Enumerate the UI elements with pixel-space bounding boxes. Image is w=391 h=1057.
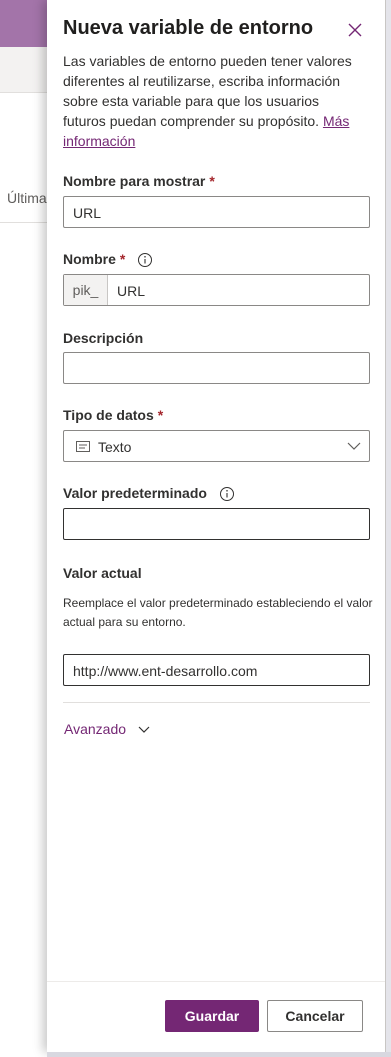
close-icon[interactable]: [343, 18, 367, 42]
panel-title: Nueva variable de entorno: [63, 17, 314, 39]
column-header-last: Última: [7, 190, 47, 206]
data-type-value: Texto: [98, 439, 132, 455]
panel-description: Las variables de entorno pueden tener va…: [63, 51, 363, 151]
section-divider: [63, 702, 370, 703]
description-text: Las variables de entorno pueden tener va…: [63, 53, 352, 129]
display-name-label: Nombre para mostrar *: [63, 173, 215, 189]
name-label-text: Nombre: [63, 251, 116, 267]
display-name-value: URL: [73, 205, 102, 221]
required-marker: *: [157, 407, 164, 423]
current-value-input[interactable]: http://www.ent-desarrollo.com: [63, 654, 370, 686]
save-button[interactable]: Guardar: [165, 1000, 259, 1032]
current-value-value: http://www.ent-desarrollo.com: [73, 663, 258, 679]
name-value: URL: [117, 283, 146, 299]
name-label: Nombre *: [63, 251, 153, 268]
chevron-down-icon: [138, 726, 150, 734]
description-input[interactable]: [63, 352, 370, 384]
current-value-help: Reemplace el valor predeterminado establ…: [63, 596, 373, 629]
advanced-label: Avanzado: [64, 721, 127, 737]
footer-divider: [47, 981, 385, 982]
text-type-icon: [76, 441, 90, 452]
default-value-label: Valor predeterminado: [63, 485, 235, 502]
name-prefix: pik_: [64, 275, 108, 305]
required-marker: *: [119, 251, 126, 267]
window-edge-right: [386, 0, 391, 1057]
current-value-label: Valor actual: [63, 565, 142, 581]
new-environment-variable-panel: Nueva variable de entorno Las variables …: [47, 0, 386, 1052]
default-value-input[interactable]: [63, 508, 370, 540]
chevron-down-icon: [347, 442, 361, 450]
name-input[interactable]: pik_ URL: [63, 274, 370, 306]
data-type-label-text: Tipo de datos: [63, 407, 154, 423]
required-marker: *: [209, 173, 215, 189]
info-icon[interactable]: [137, 252, 153, 268]
data-type-dropdown[interactable]: Texto: [63, 430, 370, 462]
cancel-button[interactable]: Cancelar: [267, 1000, 363, 1032]
display-name-input[interactable]: URL: [63, 196, 370, 228]
default-value-label-text: Valor predeterminado: [63, 485, 207, 501]
data-type-label: Tipo de datos *: [63, 407, 163, 423]
window-edge-bottom: [47, 1052, 391, 1057]
display-name-label-text: Nombre para mostrar: [63, 173, 206, 189]
description-label: Descripción: [63, 330, 144, 346]
advanced-toggle[interactable]: Avanzado: [64, 721, 150, 737]
info-icon[interactable]: [219, 486, 235, 502]
